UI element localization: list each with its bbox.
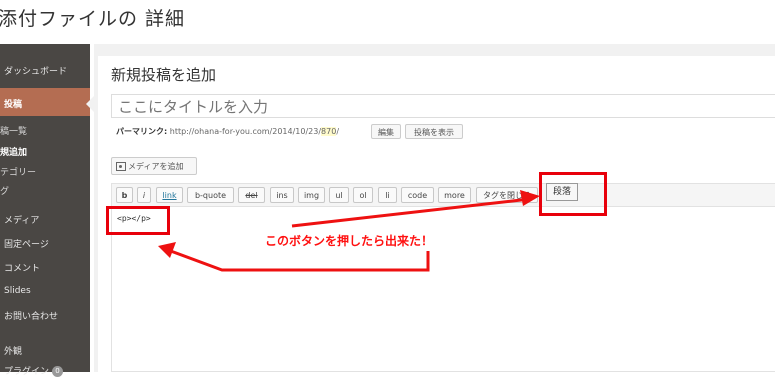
arrow-to-paragraph [291, 197, 531, 228]
annotation-text: このボタンを押したら出来た！ [265, 234, 434, 248]
arrow-to-editor [167, 248, 430, 272]
annotation-arrows [158, 190, 540, 272]
arrow-head-right [520, 190, 540, 206]
arrow-head-left [158, 242, 176, 258]
